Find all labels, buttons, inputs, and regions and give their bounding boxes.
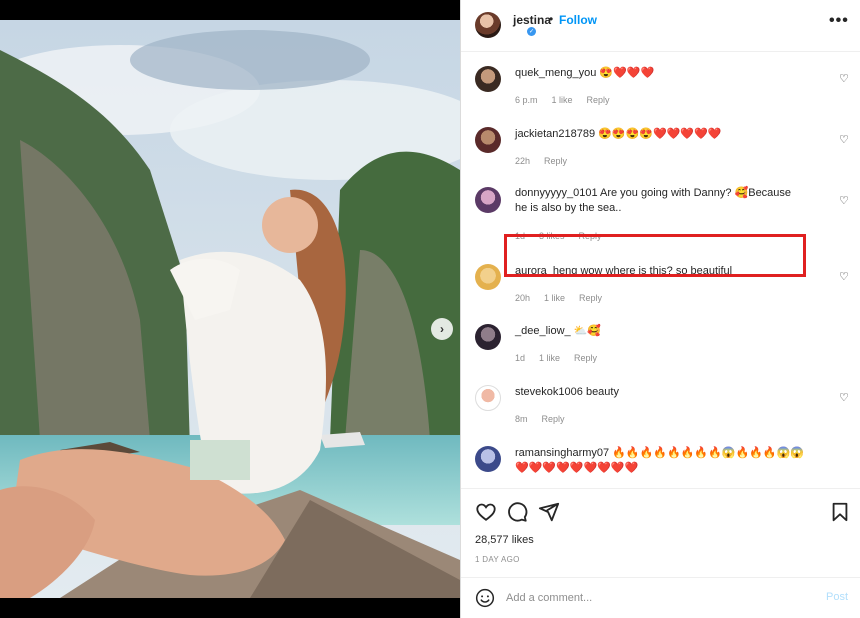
comment-meta: 20h 1 like Reply: [515, 293, 602, 303]
comment-body: 😍😍😍😍❤️❤️❤️❤️❤️: [595, 128, 722, 140]
comment-username[interactable]: ramansingharmy07: [515, 447, 609, 459]
comment-username[interactable]: _dee_liow_: [515, 325, 571, 337]
comment-time: 8m: [515, 414, 528, 424]
like-comment-heart-icon[interactable]: ♡: [839, 270, 849, 283]
comment-username[interactable]: jackietan218789: [515, 128, 595, 140]
commenter-avatar[interactable]: [475, 127, 501, 153]
verified-badge-icon: ✓: [527, 27, 536, 36]
comment-reply-button[interactable]: Reply: [544, 156, 567, 166]
post-actions: 28,577 likes 1 DAY AGO: [461, 488, 860, 578]
commenter-avatar[interactable]: [475, 324, 501, 350]
comment-reply-button[interactable]: Reply: [574, 353, 597, 363]
beach-photo-illustration: [0, 20, 460, 598]
like-comment-heart-icon[interactable]: ♡: [839, 391, 849, 404]
likes-count[interactable]: 28,577 likes: [475, 534, 534, 546]
comment-meta: 1d 1 like Reply: [515, 353, 597, 363]
comment-reply-button[interactable]: Reply: [587, 95, 610, 105]
commenter-avatar[interactable]: [475, 446, 501, 472]
save-bookmark-icon[interactable]: [829, 501, 851, 523]
emoji-smile-icon[interactable]: [475, 588, 495, 608]
next-slide-button[interactable]: ›: [431, 318, 453, 340]
post-comment-button[interactable]: Post: [826, 591, 848, 603]
like-comment-heart-icon[interactable]: ♡: [839, 194, 849, 207]
comment-meta: 8m Reply: [515, 414, 565, 424]
comment-likes[interactable]: 1 like: [544, 293, 565, 303]
comment-time: 6 p.m: [515, 95, 538, 105]
more-options-icon[interactable]: •••: [829, 12, 849, 30]
comment-reply-button[interactable]: Reply: [542, 414, 565, 424]
post-header: jestina • Follow ✓ •••: [461, 0, 860, 52]
comment-username[interactable]: donnyyyyy_0101: [515, 187, 598, 199]
like-heart-icon[interactable]: [475, 501, 497, 523]
comment-text: stevekok1006 beauty: [515, 385, 815, 400]
commenter-avatar[interactable]: [475, 66, 501, 92]
comment-body: ⛅🥰: [570, 325, 602, 337]
comment-text: ramansingharmy07 🔥🔥🔥🔥🔥🔥🔥🔥😱🔥🔥🔥😱😱❤️❤️❤️❤️❤…: [515, 446, 805, 476]
comment-time: 20h: [515, 293, 531, 303]
comment-likes[interactable]: 1 like: [552, 95, 573, 105]
share-paper-plane-icon[interactable]: [538, 501, 560, 523]
like-comment-heart-icon[interactable]: ♡: [839, 72, 849, 85]
commenter-avatar[interactable]: [475, 187, 501, 213]
comment-body: 😍❤️❤️❤️: [596, 67, 655, 79]
comment-text: _dee_liow_ ⛅🥰: [515, 324, 815, 339]
comment-time: 22h: [515, 156, 531, 166]
comment-text: quek_meng_you 😍❤️❤️❤️: [515, 66, 815, 81]
comment-text: jackietan218789 😍😍😍😍❤️❤️❤️❤️❤️: [515, 127, 815, 142]
post-side-panel: jestina • Follow ✓ ••• quek_meng_you 😍❤️…: [460, 0, 860, 618]
follow-button[interactable]: Follow: [559, 13, 597, 27]
like-comment-heart-icon[interactable]: ♡: [839, 133, 849, 146]
comment-meta: 6 p.m 1 like Reply: [515, 95, 610, 105]
post-photo[interactable]: ›: [0, 20, 460, 598]
author-avatar[interactable]: [475, 12, 501, 38]
commenter-avatar[interactable]: [475, 264, 501, 290]
commenter-avatar[interactable]: [475, 385, 501, 411]
comment-bubble-icon[interactable]: [506, 501, 528, 523]
comment-body: beauty: [582, 386, 619, 398]
comment-username[interactable]: stevekok1006: [515, 386, 583, 398]
comment-reply-button[interactable]: Reply: [579, 293, 602, 303]
comment-text: donnyyyyy_0101 Are you going with Danny?…: [515, 186, 805, 216]
comment-meta: 22h Reply: [515, 156, 567, 166]
comment-time: 1d: [515, 353, 526, 363]
highlight-box: [504, 234, 806, 277]
author-username[interactable]: jestina: [513, 13, 551, 27]
comment-input[interactable]: [506, 588, 806, 608]
comment-username[interactable]: quek_meng_you: [515, 67, 596, 79]
header-separator: •: [549, 12, 554, 26]
comment-composer: Post: [461, 577, 860, 618]
comments-list[interactable]: quek_meng_you 😍❤️❤️❤️ 6 p.m 1 like Reply ♡…: [461, 52, 860, 488]
post-date: 1 DAY AGO: [475, 555, 520, 564]
comment-likes[interactable]: 1 like: [539, 353, 560, 363]
